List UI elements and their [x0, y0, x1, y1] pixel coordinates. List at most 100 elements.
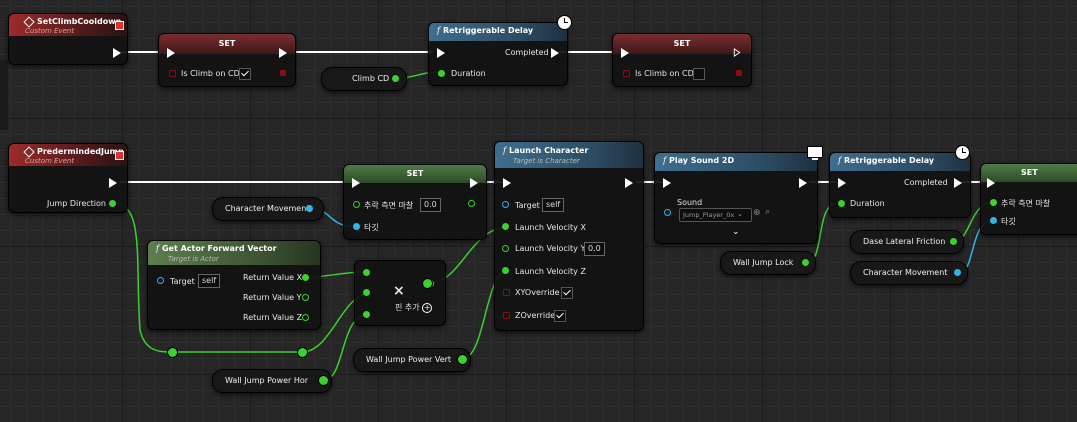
float-out-pin[interactable]	[392, 75, 399, 82]
completed-exec-pin[interactable]	[954, 178, 962, 188]
launch-velocity-y-pin[interactable]	[502, 245, 509, 252]
friction-out-pin[interactable]	[468, 200, 475, 207]
retriggerable-delay-node-right[interactable]: f Retriggerable Delay Completed Duration	[829, 152, 971, 218]
event-title: SetClimbCooldown	[37, 17, 122, 26]
exec-in-pin[interactable]	[663, 178, 671, 188]
bool-out-pin[interactable]	[736, 70, 742, 76]
return-y-pin[interactable]	[302, 294, 309, 301]
set-is-climb-on-cd-node[interactable]: SET Is Climb on CD	[158, 33, 296, 87]
friction-in-pin[interactable]	[990, 199, 997, 206]
exec-in-pin[interactable]	[503, 178, 511, 188]
exec-out-pin[interactable]	[113, 48, 121, 58]
sound-pin[interactable]	[664, 209, 671, 216]
target-label: Target	[515, 201, 540, 210]
return-z-label: Return Value Z	[243, 313, 303, 322]
function-subtitle: Target is Actor	[168, 255, 219, 263]
exec-out-pin[interactable]	[625, 178, 633, 188]
exec-out-pin[interactable]	[109, 178, 117, 188]
return-z-pin[interactable]	[302, 314, 309, 321]
is-climb-on-cd-checkbox[interactable]	[239, 68, 251, 80]
exec-in-pin[interactable]	[987, 178, 995, 188]
target-label: 타깃	[1001, 217, 1016, 226]
function-header: f Play Sound 2D	[655, 153, 817, 171]
set-title: SET	[406, 169, 424, 178]
retriggerable-delay-node-top[interactable]: f Retriggerable Delay Completed Duration	[428, 22, 568, 86]
z-override-checkbox[interactable]	[554, 310, 566, 322]
reroute-knot[interactable]	[297, 347, 308, 358]
reroute-knot[interactable]	[167, 347, 178, 358]
character-movement-variable-right[interactable]: Character Movement	[850, 261, 968, 285]
friction-label: 추락 측면 마찰	[1001, 199, 1051, 208]
return-x-pin[interactable]	[302, 274, 309, 281]
float-out-pin[interactable]	[802, 259, 809, 266]
predermined-jump-event-node[interactable]: PredermindedJump Custom Event Jump Direc…	[8, 143, 128, 213]
target-pin[interactable]	[157, 277, 164, 284]
target-in-pin[interactable]	[990, 217, 997, 224]
bool-in-pin[interactable]	[169, 70, 176, 77]
variable-label: Character Movement	[225, 204, 310, 213]
function-subtitle: Target is Character	[513, 157, 580, 165]
reroute-knot[interactable]	[318, 375, 329, 386]
float-out-pin[interactable]	[950, 238, 957, 245]
friction-in-pin[interactable]	[353, 201, 360, 208]
event-header: SetClimbCooldown Custom Event	[9, 14, 127, 36]
search-icon[interactable]: ⌕	[765, 207, 770, 217]
play-sound-2d-node[interactable]: f Play Sound 2D Sound Jump_Player_0x ⌄ ⊕ …	[654, 152, 818, 244]
exec-in-pin[interactable]	[437, 48, 445, 58]
character-movement-variable[interactable]: Character Movement	[212, 197, 324, 221]
exec-out-pin[interactable]	[470, 178, 478, 188]
jump-direction-pin[interactable]	[109, 200, 116, 207]
friction-value-field[interactable]: 0.0	[420, 198, 441, 212]
z-override-pin[interactable]	[503, 312, 510, 319]
bool-in-pin[interactable]	[623, 70, 630, 77]
set-climb-cooldown-event-node[interactable]: SetClimbCooldown Custom Event	[8, 13, 128, 65]
exec-out-pin[interactable]	[279, 48, 287, 58]
struct-out-pin[interactable]	[306, 205, 313, 212]
bool-out-pin[interactable]	[280, 70, 286, 76]
completed-exec-pin[interactable]	[551, 48, 559, 58]
launch-velocity-y-field[interactable]: 0.0	[584, 242, 605, 256]
multiply-in-pin-c[interactable]	[363, 311, 370, 318]
duration-pin[interactable]	[838, 200, 845, 207]
exec-in-pin[interactable]	[167, 48, 175, 58]
launch-character-node[interactable]: f Launch Character Target is Character Ta…	[494, 141, 644, 331]
climb-cd-variable[interactable]: Climb CD	[321, 67, 407, 91]
struct-out-pin[interactable]	[954, 269, 961, 276]
multiply-node[interactable]: × 핀 추가 +	[354, 260, 446, 326]
exec-in-pin[interactable]	[621, 48, 629, 58]
set-falling-friction-node-right[interactable]: SET 추락 측면 마찰 타깃	[980, 163, 1077, 235]
target-value-field[interactable]: self	[542, 198, 565, 212]
delegate-pin-icon[interactable]	[115, 151, 124, 160]
duration-pin[interactable]	[438, 70, 445, 77]
use-selected-icon[interactable]: ⊕	[753, 208, 761, 218]
launch-velocity-x-pin[interactable]	[502, 223, 509, 230]
target-pin[interactable]	[502, 201, 509, 208]
wall-jump-power-vert-variable[interactable]: Wall Jump Power Vert	[353, 348, 471, 372]
exec-out-pin-unconnected[interactable]	[733, 48, 741, 57]
exec-in-pin[interactable]	[352, 178, 360, 188]
return-x-label: Return Value X	[243, 273, 303, 282]
function-header: f Launch Character Target is Character	[495, 142, 643, 168]
reroute-knot[interactable]	[422, 278, 433, 289]
xy-override-pin[interactable]	[503, 289, 510, 296]
launch-velocity-z-pin[interactable]	[502, 267, 509, 274]
reroute-knot[interactable]	[457, 354, 468, 365]
monitor-icon	[807, 146, 823, 160]
set-is-climb-on-cd-node-2[interactable]: SET Is Climb on CD	[612, 33, 752, 87]
target-value-field[interactable]: self	[198, 274, 221, 288]
multiply-in-pin-a[interactable]	[363, 269, 370, 276]
get-actor-forward-vector-node[interactable]: f Get Actor Forward Vector Target is Acto…	[147, 240, 321, 330]
xy-override-checkbox[interactable]	[561, 287, 573, 299]
add-pin-button[interactable]: 핀 추가 +	[395, 302, 433, 313]
multiply-in-pin-b[interactable]	[363, 289, 370, 296]
set-falling-friction-node[interactable]: SET 추락 측면 마찰 0.0 타깃	[343, 164, 487, 240]
expand-chevron-icon[interactable]: ⌄	[732, 227, 740, 237]
is-climb-on-cd-checkbox[interactable]	[693, 68, 705, 80]
delegate-pin-icon[interactable]	[115, 21, 124, 30]
exec-in-pin[interactable]	[838, 178, 846, 188]
target-in-pin[interactable]	[353, 223, 360, 230]
dase-lateral-friction-variable[interactable]: Dase Lateral Friction	[850, 230, 964, 254]
exec-out-pin[interactable]	[799, 178, 807, 188]
wall-jump-lock-variable[interactable]: Wall Jump Lock	[720, 251, 816, 275]
wall-jump-power-hor-variable[interactable]: Wall Jump Power Hor	[212, 369, 332, 393]
